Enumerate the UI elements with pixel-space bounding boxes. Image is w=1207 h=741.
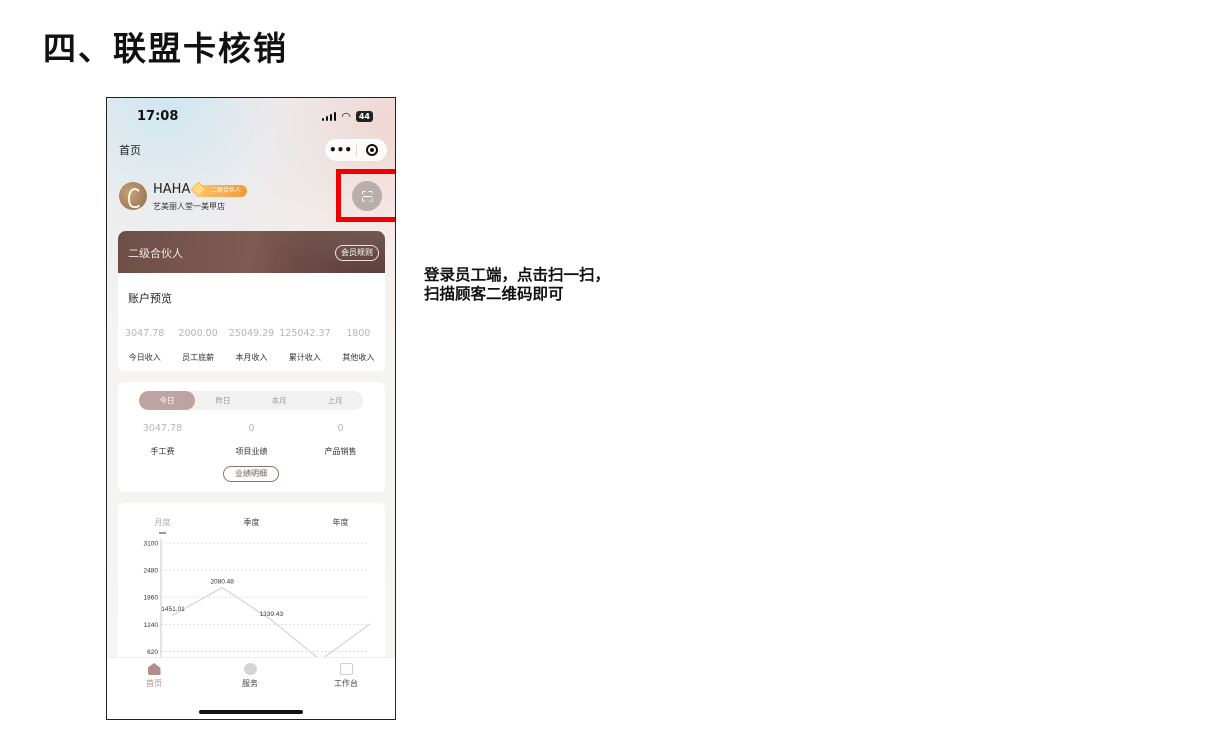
scan-highlight-box (336, 169, 395, 222)
account-value: 1800 (346, 328, 371, 339)
tab-bar-workbench[interactable]: 工作台 (316, 663, 376, 689)
tab-quarterly[interactable]: 季度 (207, 517, 296, 528)
mini-program-capsule: ••• (324, 138, 388, 162)
status-time: 17:08 (137, 109, 179, 124)
tab-bar-label: 服务 (242, 679, 258, 688)
data-label: 1339.43 (260, 611, 284, 618)
instruction-text: 登录员工端，点击扫一扫， 扫描顾客二维码即可 (424, 266, 610, 304)
performance-label: 项目业绩 (235, 447, 268, 456)
home-indicator (199, 710, 303, 714)
account-overview-title: 账户预览 (128, 292, 172, 305)
user-icon (243, 663, 257, 675)
y-tick-label: 1240 (144, 622, 159, 629)
home-icon (147, 663, 161, 675)
tab-last-month[interactable]: 上月 (307, 391, 363, 410)
battery-icon: 44 (355, 111, 373, 122)
wifi-icon: ◠ (341, 109, 351, 123)
tab-bar-service[interactable]: 服务 (220, 663, 280, 689)
chart-tabs: 月度 季度 年度 (118, 517, 385, 528)
account-label: 本月收入 (235, 353, 268, 362)
performance-values-row: 3047.78 0 0 (118, 423, 385, 434)
nav-bar: 首页 ••• (107, 136, 395, 164)
tab-this-month[interactable]: 本月 (251, 391, 307, 410)
performance-value: 0 (337, 423, 344, 434)
phone-screenshot: 17:08 ◠ 44 首页 ••• HAHA 二级合伙人 艺美丽人堂一美甲店 二… (106, 97, 396, 720)
performance-value: 0 (248, 423, 255, 434)
performance-detail-button[interactable]: 业绩明细 (223, 466, 279, 482)
avatar[interactable] (119, 182, 147, 210)
account-value: 125042.37 (279, 328, 331, 339)
performance-label: 手工费 (150, 447, 175, 456)
account-value: 3047.78 (125, 328, 165, 339)
y-tick-label: 2480 (144, 568, 159, 575)
performance-label: 产品销售 (324, 447, 357, 456)
tab-bar-home[interactable]: 首页 (124, 663, 184, 689)
instruction-line-1: 登录员工端，点击扫一扫， (424, 266, 611, 284)
y-tick-label: 620 (147, 649, 158, 656)
performance-labels-row: 手工费 项目业绩 产品销售 (118, 446, 385, 457)
data-point (221, 586, 223, 589)
tab-yearly[interactable]: 年度 (296, 517, 385, 528)
y-tick-label: 1860 (144, 595, 159, 602)
series-line (172, 586, 371, 662)
member-level: 二级合伙人 (128, 247, 183, 260)
more-menu-button[interactable]: ••• (325, 140, 356, 160)
signal-icon (321, 112, 337, 121)
tab-bar-label: 首页 (146, 679, 162, 688)
store-name: 艺美丽人堂一美甲店 (153, 202, 225, 211)
tab-monthly[interactable]: 月度 (118, 517, 207, 528)
data-point (270, 619, 273, 621)
page-title: 首页 (119, 144, 141, 157)
data-label: 1451.01 (161, 606, 185, 613)
performance-value: 3047.78 (142, 423, 183, 434)
account-values-row: 3047.78 2000.00 25049.29 125042.37 1800 (118, 328, 385, 339)
period-tabs: 今日 昨日 本月 上月 (139, 391, 363, 410)
chart-card: 月度 季度 年度 620 1240 1860 2480 3100 1451.01 2080.… (118, 503, 385, 683)
account-labels-row: 今日收入 员工底薪 本月收入 累计收入 其他收入 (118, 352, 385, 363)
instruction-line-2: 扫描顾客二维码即可 (424, 285, 564, 303)
target-icon (365, 144, 378, 156)
tab-bar-label: 工作台 (334, 679, 358, 688)
y-tick-label: 3100 (144, 541, 159, 548)
account-value: 2000.00 (178, 328, 218, 339)
data-point (172, 614, 174, 616)
section-title: 四、联盟卡核销 (43, 29, 288, 68)
account-label: 其他收入 (342, 353, 375, 362)
data-label: 2080.48 (210, 579, 234, 586)
account-label: 累计收入 (288, 353, 321, 362)
performance-card: 今日 昨日 本月 上月 3047.78 0 0 手工费 项目业绩 产品销售 业绩… (118, 382, 385, 492)
account-value: 25049.29 (228, 328, 275, 339)
chart-icon (339, 663, 353, 675)
account-label: 今日收入 (128, 353, 161, 362)
user-name: HAHA (153, 182, 191, 197)
tab-today[interactable]: 今日 (139, 391, 195, 410)
tab-yesterday[interactable]: 昨日 (195, 391, 251, 410)
account-label: 员工底薪 (182, 353, 215, 362)
status-icons: ◠ 44 (321, 109, 373, 123)
data-point (368, 623, 371, 626)
member-card: 二级合伙人 会员规则 (118, 231, 385, 273)
close-mini-program-button[interactable] (357, 144, 387, 156)
account-overview-card: 账户预览 3047.78 2000.00 25049.29 125042.37 … (118, 273, 385, 371)
member-rules-button[interactable]: 会员规则 (335, 245, 379, 261)
status-bar: 17:08 ◠ 44 (107, 98, 395, 134)
